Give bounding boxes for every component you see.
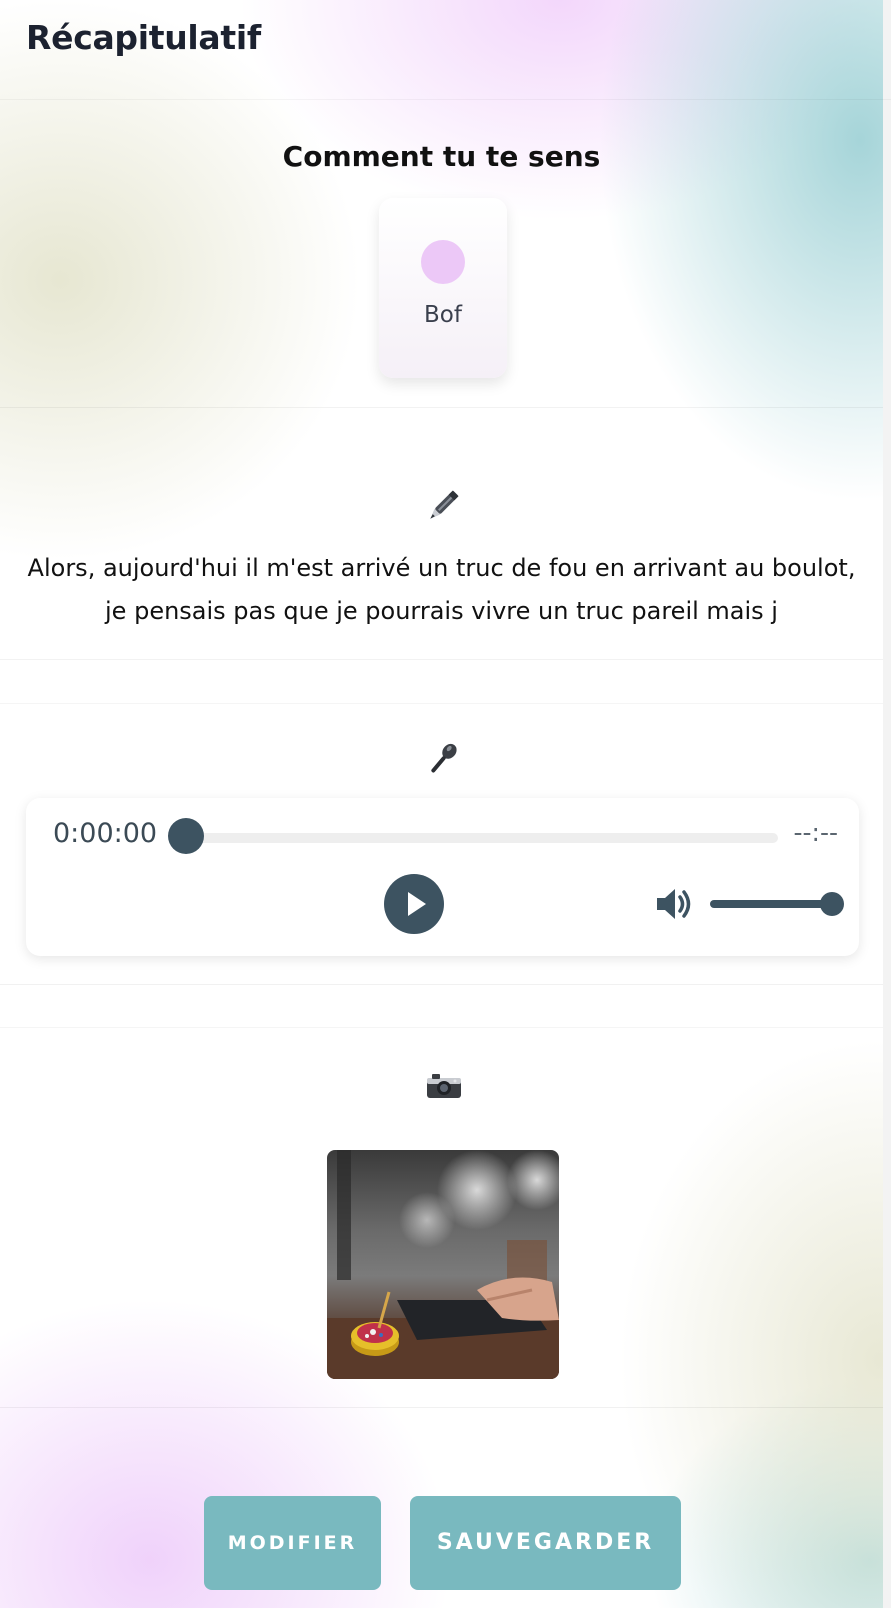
- play-button[interactable]: [384, 874, 444, 934]
- microphone-icon: [424, 740, 462, 778]
- audio-progress-thumb[interactable]: [168, 818, 204, 854]
- camera-icon: [424, 1066, 464, 1106]
- volume-icon[interactable]: [654, 884, 694, 924]
- mood-section: Comment tu te sens Bof: [0, 100, 883, 408]
- current-time: 0:00:00: [53, 818, 158, 849]
- mood-title: Comment tu te sens: [282, 140, 601, 173]
- window-edge: [883, 0, 891, 1608]
- pen-icon: [423, 486, 463, 526]
- note-text: Alors, aujourd'hui il m'est arrivé un tr…: [27, 554, 856, 625]
- text-note-section: Alors, aujourd'hui il m'est arrivé un tr…: [0, 408, 883, 660]
- mood-label: Bof: [424, 302, 462, 328]
- save-button[interactable]: SAUVEGARDER: [410, 1496, 681, 1590]
- page-title: Récapitulatif: [26, 18, 261, 57]
- play-icon: [408, 892, 426, 916]
- app-header: Récapitulatif: [0, 0, 891, 100]
- mood-color-dot: [421, 240, 465, 284]
- mood-card[interactable]: Bof: [379, 198, 507, 378]
- audio-section: 0:00:00 --:--: [0, 703, 883, 985]
- attached-photo[interactable]: [327, 1150, 559, 1379]
- audio-player: 0:00:00 --:--: [26, 798, 859, 956]
- modify-button[interactable]: MODIFIER: [204, 1496, 381, 1590]
- total-duration: --:--: [793, 818, 838, 847]
- volume-slider-thumb[interactable]: [820, 892, 844, 916]
- photo-section: [0, 1027, 883, 1408]
- volume-slider[interactable]: [710, 900, 830, 908]
- audio-progress-bar[interactable]: [186, 833, 778, 843]
